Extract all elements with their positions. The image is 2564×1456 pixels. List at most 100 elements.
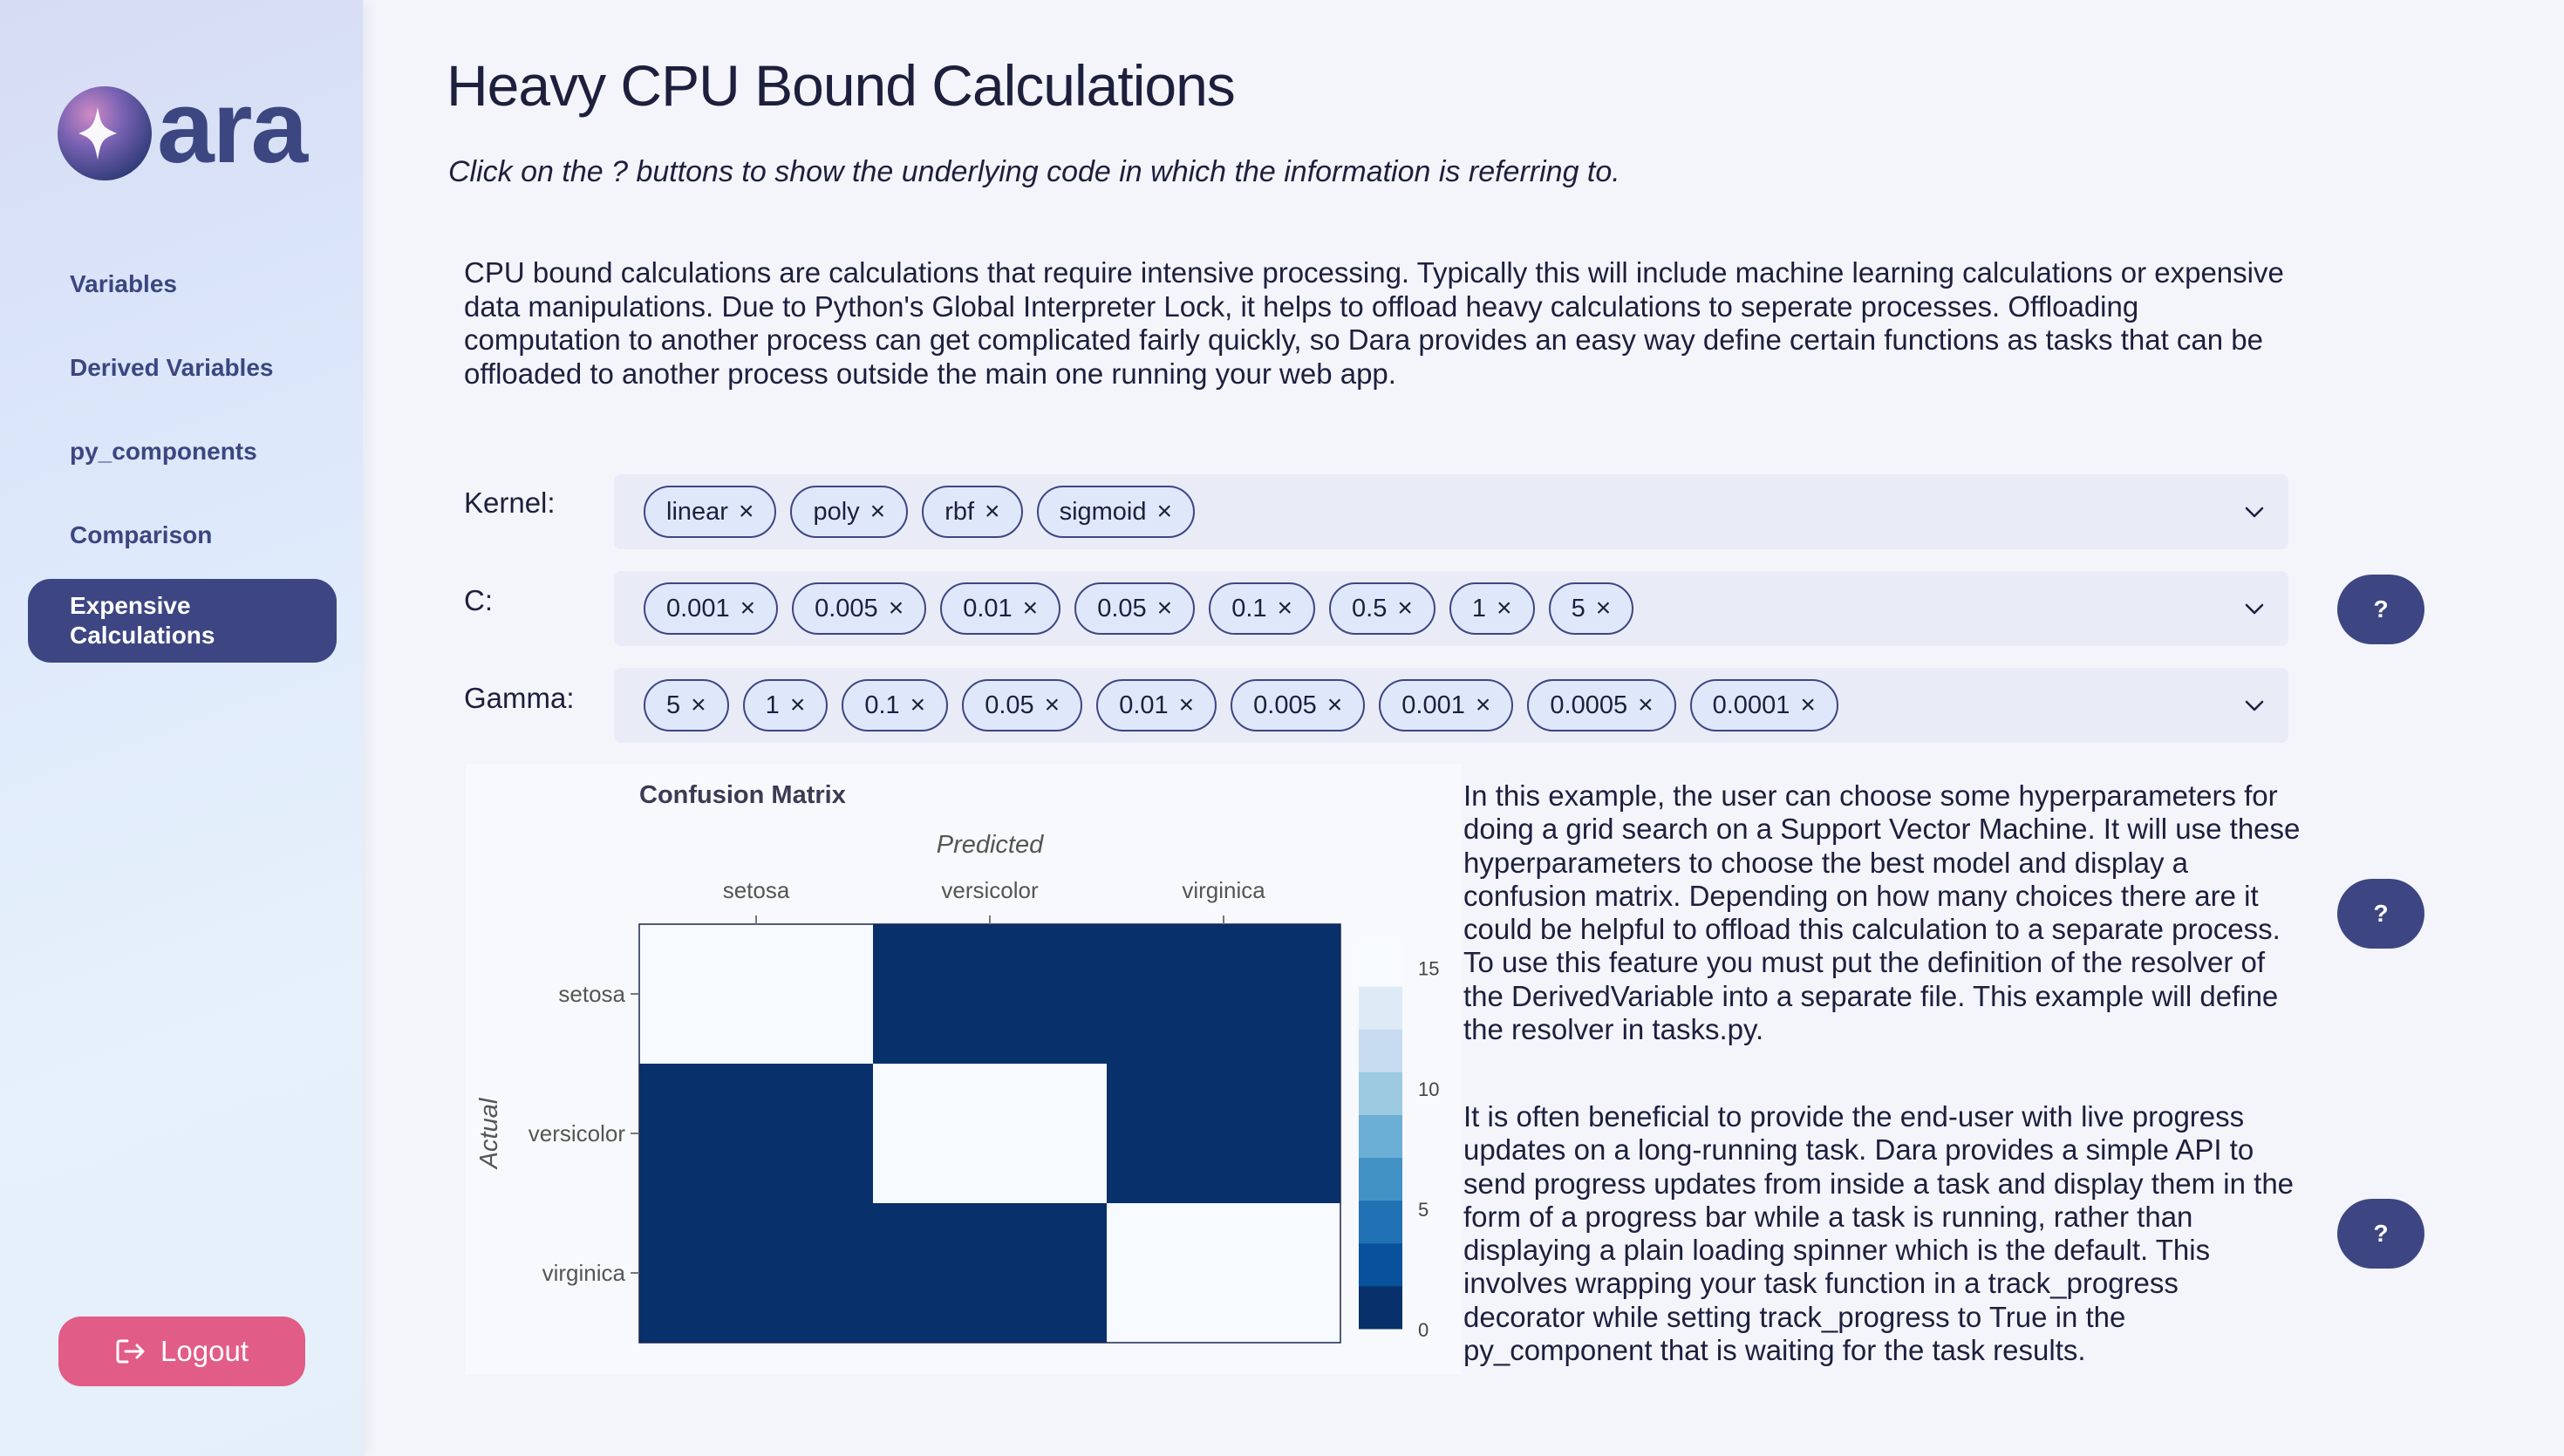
- close-icon[interactable]: ×: [1327, 691, 1343, 720]
- colorbar-tick-label: 15: [1418, 958, 1439, 980]
- chip-label: 0.1: [1231, 594, 1267, 623]
- page-subtitle: Click on the ? buttons to show the under…: [448, 155, 1620, 188]
- close-icon[interactable]: ×: [691, 691, 706, 720]
- help-button-filters[interactable]: ?: [2337, 575, 2424, 644]
- help-button-grid-search[interactable]: ?: [2337, 879, 2424, 949]
- c-chip[interactable]: 5 ×: [1548, 582, 1634, 635]
- c-chip[interactable]: 0.001 ×: [644, 582, 779, 635]
- close-icon[interactable]: ×: [1800, 691, 1816, 720]
- gamma-chip[interactable]: 0.05 ×: [962, 679, 1083, 731]
- heatmap-cell: [639, 1064, 873, 1203]
- chip-label: 0.5: [1352, 594, 1388, 623]
- chevron-down-icon[interactable]: [2240, 497, 2269, 527]
- sidebar-item-label: Expensive Calculations: [70, 592, 215, 649]
- c-chip[interactable]: 0.05 ×: [1074, 582, 1196, 635]
- help-button-progress[interactable]: ?: [2337, 1199, 2424, 1269]
- help-label: ?: [2373, 1220, 2389, 1247]
- kernel-chip[interactable]: rbf ×: [922, 486, 1023, 538]
- close-icon[interactable]: ×: [1023, 594, 1039, 623]
- c-multiselect[interactable]: 0.001 × 0.005 × 0.01 × 0.05 × 0.1 × 0.5 × 1 × 5 ×: [614, 571, 2288, 646]
- close-icon[interactable]: ×: [739, 497, 754, 527]
- kernel-label: Kernel:: [464, 486, 556, 519]
- close-icon[interactable]: ×: [870, 497, 886, 527]
- gamma-chip[interactable]: 0.001 ×: [1379, 679, 1514, 731]
- gamma-label: Gamma:: [464, 682, 575, 714]
- chip-label: 0.005: [815, 594, 878, 623]
- gamma-chip[interactable]: 0.01 ×: [1096, 679, 1217, 731]
- help-label: ?: [2373, 900, 2389, 927]
- sidebar: ara Variables Derived Variables py_compo…: [0, 0, 363, 1456]
- colorbar-segment: [1359, 943, 1402, 987]
- y-tick-label: versicolor: [528, 1120, 626, 1146]
- c-chip[interactable]: 0.1 ×: [1209, 582, 1316, 635]
- dara-logo[interactable]: ara: [56, 70, 308, 187]
- colorbar-segment: [1359, 1285, 1402, 1330]
- colorbar-segment: [1359, 1072, 1402, 1115]
- kernel-chip[interactable]: poly ×: [790, 486, 909, 538]
- close-icon[interactable]: ×: [790, 691, 806, 720]
- kernel-chip[interactable]: linear ×: [644, 486, 777, 538]
- page-title: Heavy CPU Bound Calculations: [447, 53, 1236, 118]
- c-chip[interactable]: 1 ×: [1449, 582, 1535, 635]
- colorbar-tick-label: 10: [1418, 1078, 1439, 1100]
- chip-label: 0.0001: [1712, 691, 1790, 719]
- close-icon[interactable]: ×: [985, 497, 1000, 527]
- logout-button[interactable]: Logout: [58, 1317, 305, 1386]
- sidebar-item-variables[interactable]: Variables: [28, 244, 337, 324]
- kernel-chip[interactable]: sigmoid ×: [1036, 486, 1196, 538]
- c-chip[interactable]: 0.005 ×: [792, 582, 927, 635]
- colorbar-segment: [1359, 1114, 1402, 1159]
- chip-label: 0.001: [1401, 691, 1465, 719]
- colorbar-segment: [1359, 1242, 1402, 1287]
- close-icon[interactable]: ×: [1179, 691, 1195, 720]
- close-icon[interactable]: ×: [1157, 594, 1173, 623]
- colorbar-tick-label: 0: [1418, 1319, 1429, 1341]
- sidebar-item-expensive-calculations[interactable]: Expensive Calculations: [28, 579, 337, 663]
- gamma-chip[interactable]: 0.005 ×: [1231, 679, 1366, 731]
- chevron-down-icon[interactable]: [2240, 691, 2269, 720]
- colorbar-segment: [1359, 1200, 1402, 1244]
- chip-label: 5: [1571, 594, 1585, 623]
- gamma-chip[interactable]: 5 ×: [644, 679, 729, 731]
- close-icon[interactable]: ×: [1157, 497, 1173, 527]
- gamma-chip[interactable]: 0.0001 ×: [1689, 679, 1838, 731]
- y-axis-title: Actual: [475, 1097, 503, 1170]
- close-icon[interactable]: ×: [889, 594, 904, 623]
- close-icon[interactable]: ×: [1476, 691, 1491, 720]
- colorbar-segment: [1359, 1029, 1402, 1072]
- close-icon[interactable]: ×: [1497, 594, 1512, 623]
- heatmap-cell: [873, 1064, 1107, 1203]
- c-chip[interactable]: 0.5 ×: [1329, 582, 1435, 635]
- sidebar-item-comparison[interactable]: Comparison: [28, 495, 337, 575]
- heatmap-cell: [1107, 1064, 1340, 1203]
- close-icon[interactable]: ×: [910, 691, 926, 720]
- y-tick-label: virginica: [542, 1260, 626, 1286]
- gamma-chip[interactable]: 0.1 ×: [842, 679, 949, 731]
- help-label: ?: [2373, 595, 2389, 623]
- heatmap-cell: [639, 1203, 873, 1343]
- close-icon[interactable]: ×: [1638, 691, 1654, 720]
- chip-label: poly: [813, 497, 860, 526]
- close-icon[interactable]: ×: [1278, 594, 1293, 623]
- close-icon[interactable]: ×: [1397, 594, 1413, 623]
- sidebar-item-py-components[interactable]: py_components: [28, 412, 337, 492]
- colorbar-segment: [1359, 1157, 1402, 1201]
- logout-icon: [116, 1339, 145, 1364]
- gamma-multiselect[interactable]: 5 × 1 × 0.1 × 0.05 × 0.01 × 0.005 × 0.001 × 0.0005 × 0.0…: [614, 668, 2288, 743]
- close-icon[interactable]: ×: [1045, 691, 1060, 720]
- brand-name: ara: [157, 70, 308, 185]
- c-chip[interactable]: 0.01 ×: [940, 582, 1061, 635]
- chevron-down-icon[interactable]: [2240, 594, 2269, 623]
- confusion-matrix-chart: Confusion Matrix Predicted Actual setosa ver…: [475, 781, 1439, 1344]
- kernel-multiselect[interactable]: linear × poly × rbf × sigmoid ×: [614, 474, 2288, 549]
- intro-text: CPU bound calculations are calculations …: [464, 256, 2284, 390]
- close-icon[interactable]: ×: [1596, 594, 1612, 623]
- chip-label: 0.05: [1097, 594, 1147, 623]
- c-label: C:: [464, 584, 493, 616]
- close-icon[interactable]: ×: [740, 594, 756, 623]
- paragraph-grid-search: In this example, the user can choose som…: [1463, 779, 2301, 1046]
- gamma-chip[interactable]: 1 ×: [742, 679, 829, 731]
- sidebar-item-derived-variables[interactable]: Derived Variables: [28, 328, 337, 408]
- paragraph-progress: It is often beneficial to provide the en…: [1463, 1100, 2295, 1367]
- gamma-chip[interactable]: 0.0005 ×: [1527, 679, 1676, 731]
